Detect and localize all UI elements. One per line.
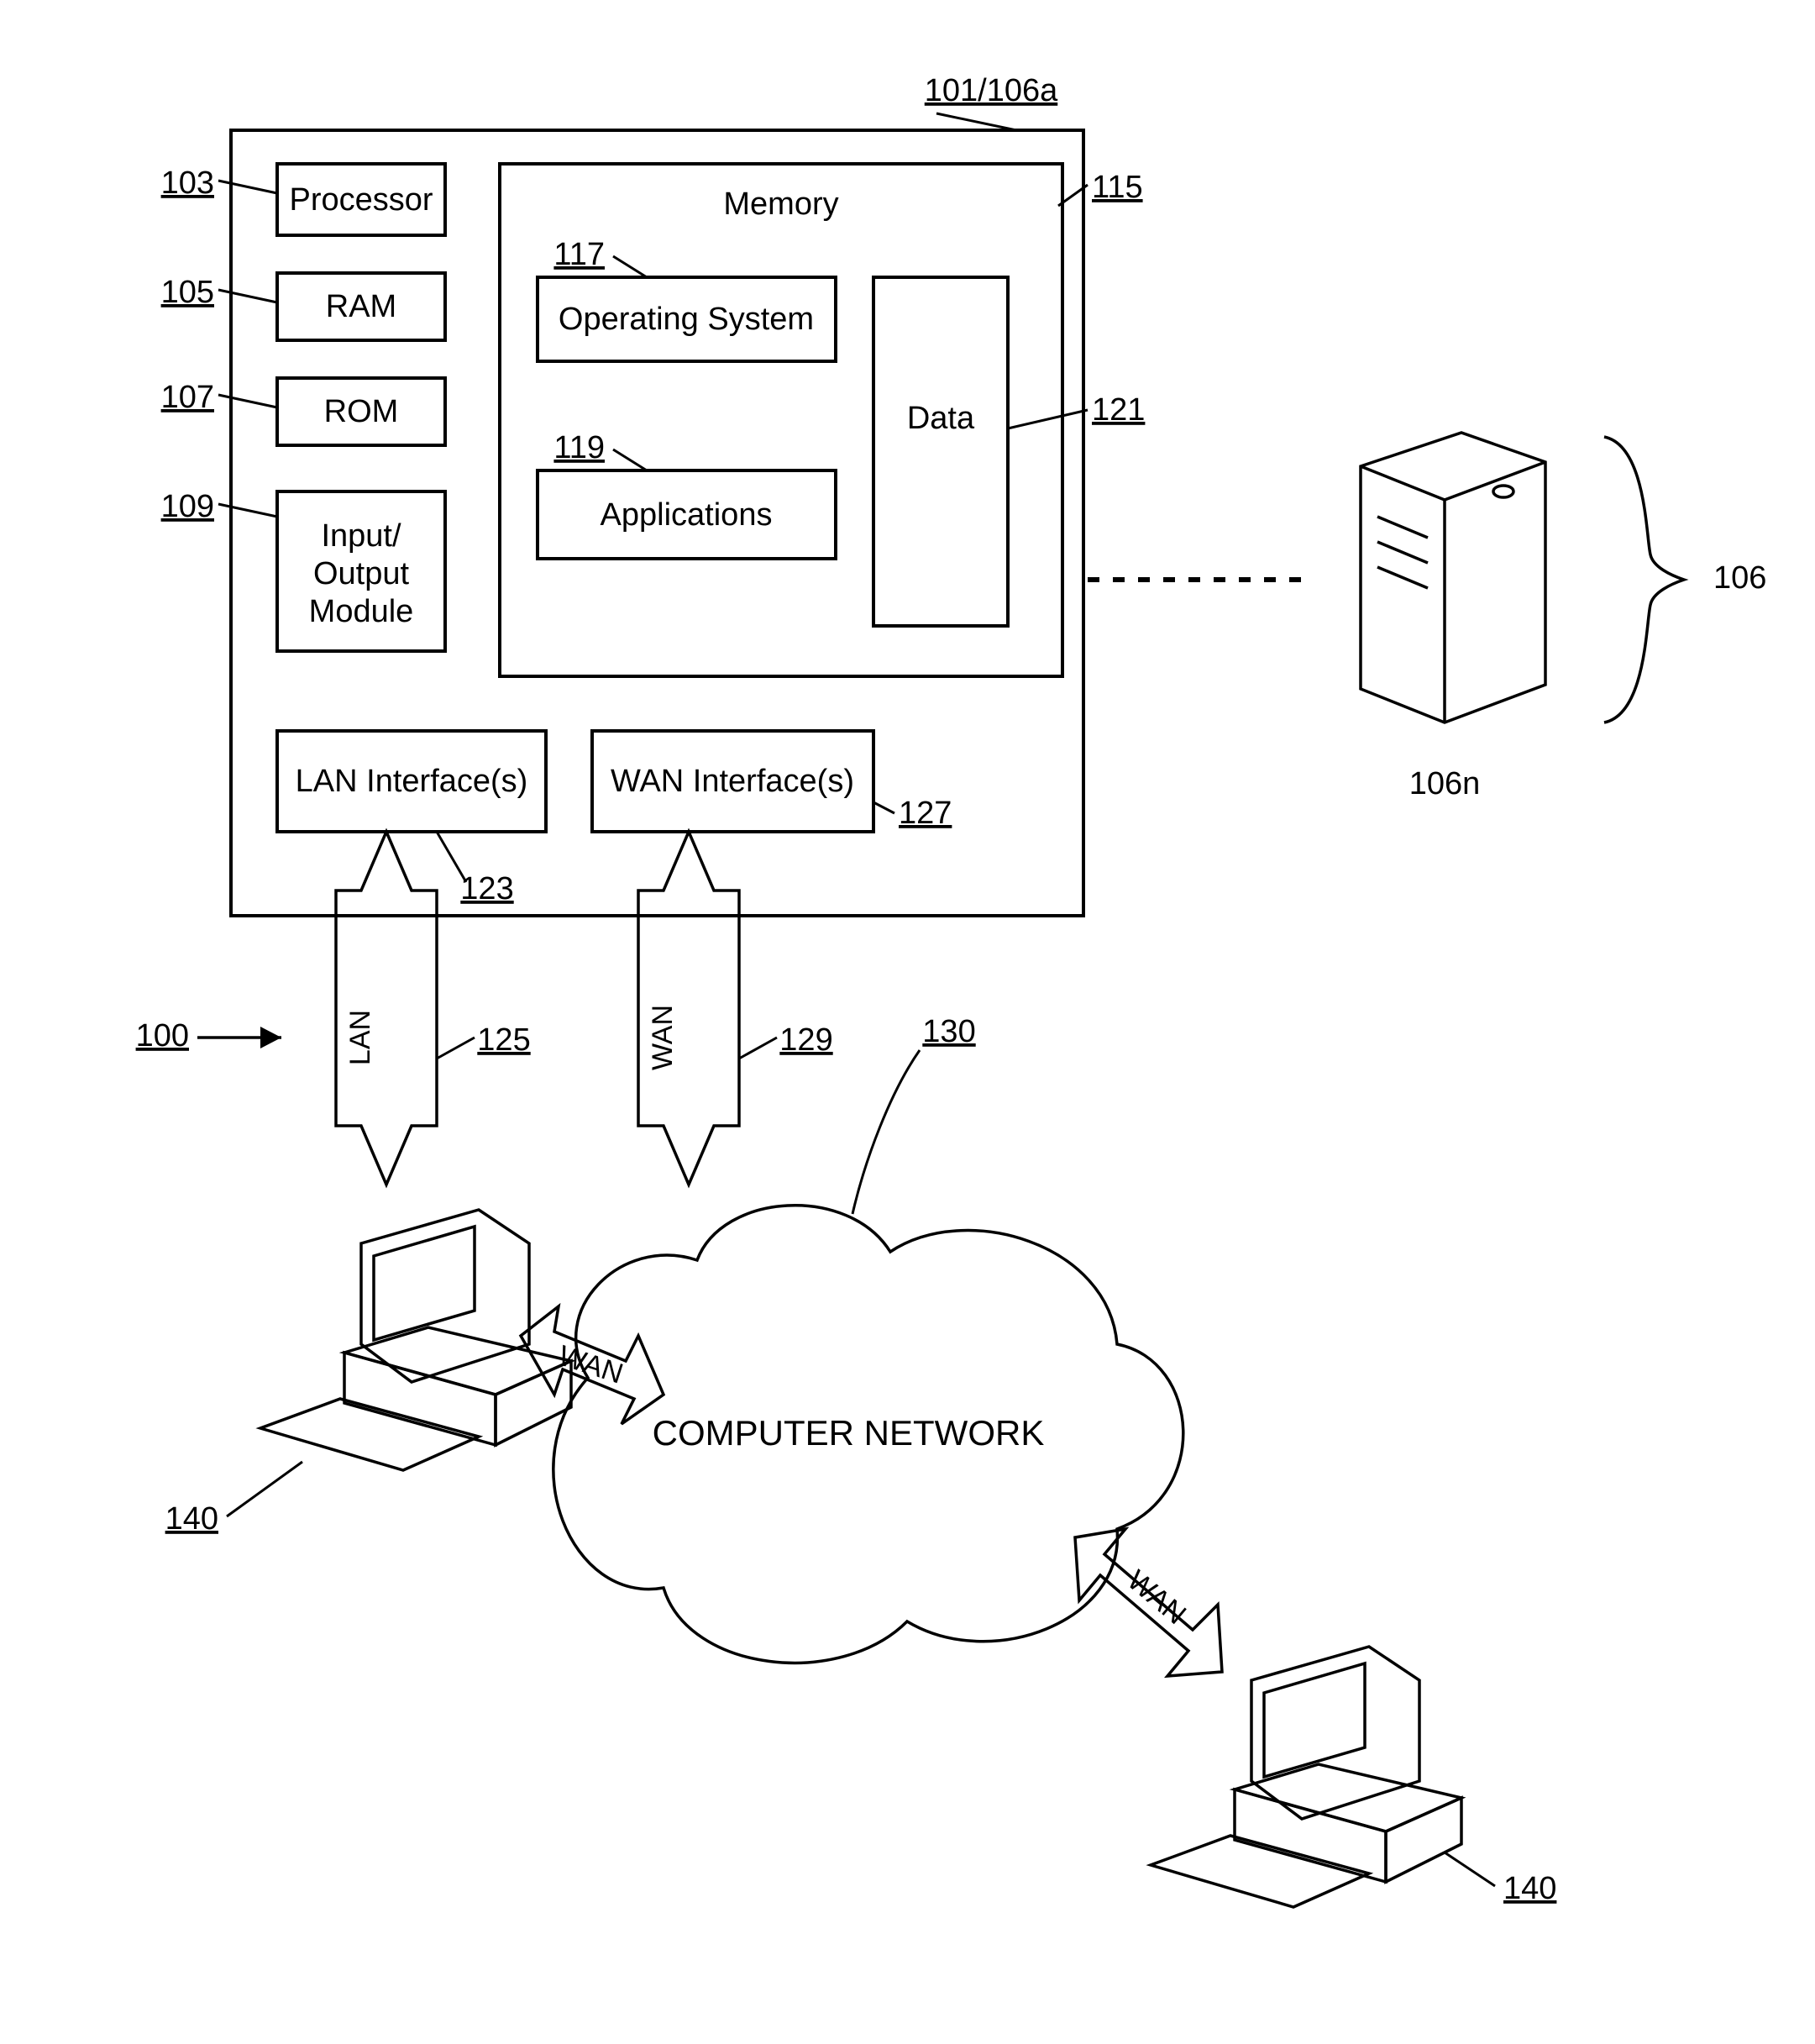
io-label-3: Module [309,594,414,629]
ref-106: 106 [1713,560,1766,596]
ref-123: 123 [460,871,513,906]
ref-115: 115 [1092,170,1143,205]
ref-130: 130 [922,1014,975,1049]
arrow-100-head [260,1027,281,1048]
lead-130 [852,1050,920,1214]
lead-101 [936,113,1016,130]
ram-label: RAM [326,289,396,324]
lead-129 [739,1038,777,1059]
lead-125 [437,1038,475,1059]
ref-117: 117 [553,237,605,272]
cloud-icon: COMPUTER NETWORK [553,1206,1183,1663]
lead-140b [1445,1852,1495,1886]
io-label-2: Output [313,556,410,591]
workstation-right-icon [1151,1647,1461,1907]
ref-107: 107 [161,380,214,415]
ref-100: 100 [136,1018,189,1054]
figure-diagram: 101/106a Processor 103 RAM 105 ROM 107 I… [0,0,1815,2044]
ref-125: 125 [477,1022,530,1058]
ref-140a: 140 [165,1501,218,1537]
processor-label: Processor [289,182,433,218]
os-label: Operating System [559,302,814,337]
ref-119: 119 [553,430,605,465]
ref-105: 105 [161,275,214,310]
io-label-1: Input/ [321,518,401,554]
data-box [873,277,1008,626]
ref-127: 127 [899,796,952,831]
ref-109: 109 [161,489,214,524]
ref-121: 121 [1092,392,1145,428]
data-label: Data [907,401,975,436]
wan-arrow-left: WAN [521,1306,664,1424]
wanif-label: WAN Interface(s) [611,764,854,799]
lead-140a [227,1462,302,1516]
ref-103: 103 [161,166,214,201]
lan-text: LAN [344,1010,376,1065]
wan-text-vert: WAN [647,1005,679,1070]
lanif-label: LAN Interface(s) [296,764,528,799]
server-icon [1361,433,1545,722]
ref-101-106a: 101/106a [925,73,1058,108]
cloud-label: COMPUTER NETWORK [653,1413,1045,1453]
ref-129: 129 [779,1022,832,1058]
ref-140b: 140 [1503,1871,1556,1906]
wan-arrow-right: WAN [1075,1529,1222,1676]
ref-106n: 106n [1409,766,1481,801]
brace-106 [1604,437,1684,722]
rom-label: ROM [324,394,399,429]
apps-label: Applications [601,497,773,533]
memory-label: Memory [723,187,838,222]
